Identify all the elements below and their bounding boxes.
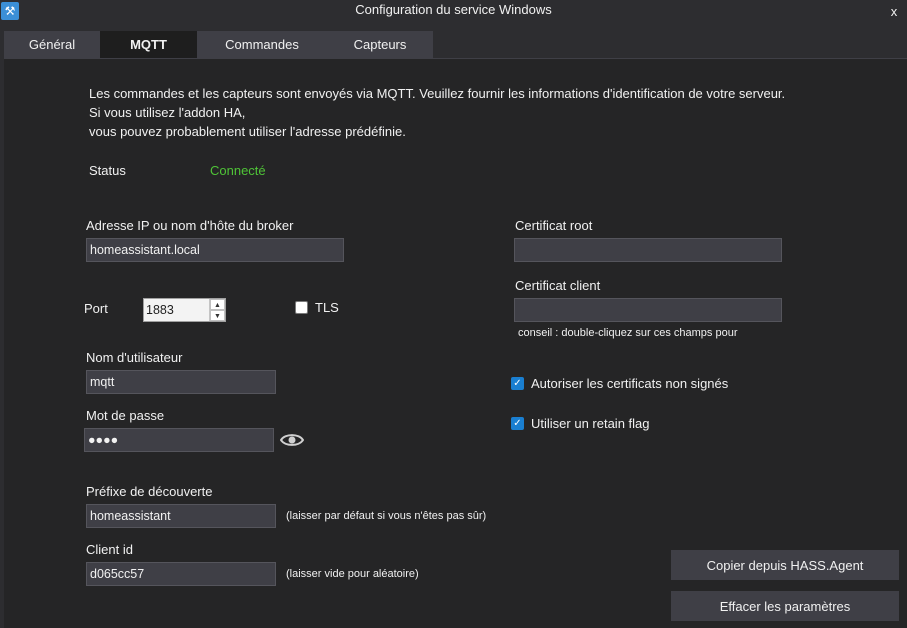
tab-bar: Général MQTT Commandes Capteurs <box>0 31 907 59</box>
port-stepper[interactable]: 1883 ▲ ▼ <box>143 298 226 322</box>
allow-untrusted-label: Autoriser les certificats non signés <box>531 376 729 391</box>
client-id-label: Client id <box>86 542 133 557</box>
username-input[interactable] <box>86 370 276 394</box>
port-value: 1883 <box>146 303 174 317</box>
title-bar: ⚒ Configuration du service Windows x <box>0 0 907 25</box>
clear-settings-button[interactable]: Effacer les paramètres <box>671 591 899 621</box>
port-label: Port <box>84 301 108 316</box>
client-cert-label: Certificat client <box>515 278 601 293</box>
eye-icon[interactable] <box>280 432 304 448</box>
client-id-input[interactable] <box>86 562 276 586</box>
window-title: Configuration du service Windows <box>355 2 552 17</box>
tab-general[interactable]: Général <box>4 31 100 58</box>
intro-line-2: Si vous utilisez l'addon HA, <box>89 105 246 120</box>
retain-flag-checkbox[interactable]: ✓ <box>511 417 524 430</box>
allow-untrusted-checkbox[interactable]: ✓ <box>511 377 524 390</box>
username-label: Nom d'utilisateur <box>86 350 183 365</box>
mqtt-settings-panel: Les commandes et les capteurs sont envoy… <box>4 58 907 628</box>
broker-label: Adresse IP ou nom d'hôte du broker <box>86 218 294 233</box>
tls-checkbox[interactable] <box>295 301 308 314</box>
status-value: Connecté <box>210 163 266 178</box>
port-stepper-buttons: ▲ ▼ <box>209 299 225 321</box>
discovery-prefix-hint: (laisser par défaut si vous n'êtes pas s… <box>286 510 487 522</box>
status-label: Status <box>89 163 126 178</box>
tab-commandes[interactable]: Commandes <box>197 31 327 58</box>
root-cert-label: Certificat root <box>515 218 593 233</box>
intro-text: Les commandes et les capteurs sont envoy… <box>89 84 785 141</box>
password-input[interactable] <box>84 428 274 452</box>
stepper-down-icon[interactable]: ▼ <box>210 310 225 321</box>
root-cert-input[interactable] <box>514 238 782 262</box>
password-label: Mot de passe <box>86 408 165 423</box>
client-id-hint: (laisser vide pour aléatoire) <box>286 568 419 580</box>
retain-flag-label: Utiliser un retain flag <box>531 416 650 431</box>
close-icon[interactable]: x <box>887 4 901 20</box>
copy-from-hass-agent-button[interactable]: Copier depuis HASS.Agent <box>671 550 899 580</box>
intro-line-3: vous pouvez probablement utiliser l'adre… <box>89 124 406 139</box>
cert-hint: conseil : double-cliquez sur ces champs … <box>518 327 738 339</box>
client-cert-input[interactable] <box>514 298 782 322</box>
tab-capteurs[interactable]: Capteurs <box>327 31 433 58</box>
tab-mqtt[interactable]: MQTT <box>100 31 197 59</box>
broker-input[interactable] <box>86 238 344 262</box>
discovery-prefix-label: Préfixe de découverte <box>86 484 213 499</box>
discovery-prefix-input[interactable] <box>86 504 276 528</box>
stepper-up-icon[interactable]: ▲ <box>210 299 225 310</box>
tls-label: TLS <box>315 300 339 315</box>
intro-line-1: Les commandes et les capteurs sont envoy… <box>89 86 786 101</box>
